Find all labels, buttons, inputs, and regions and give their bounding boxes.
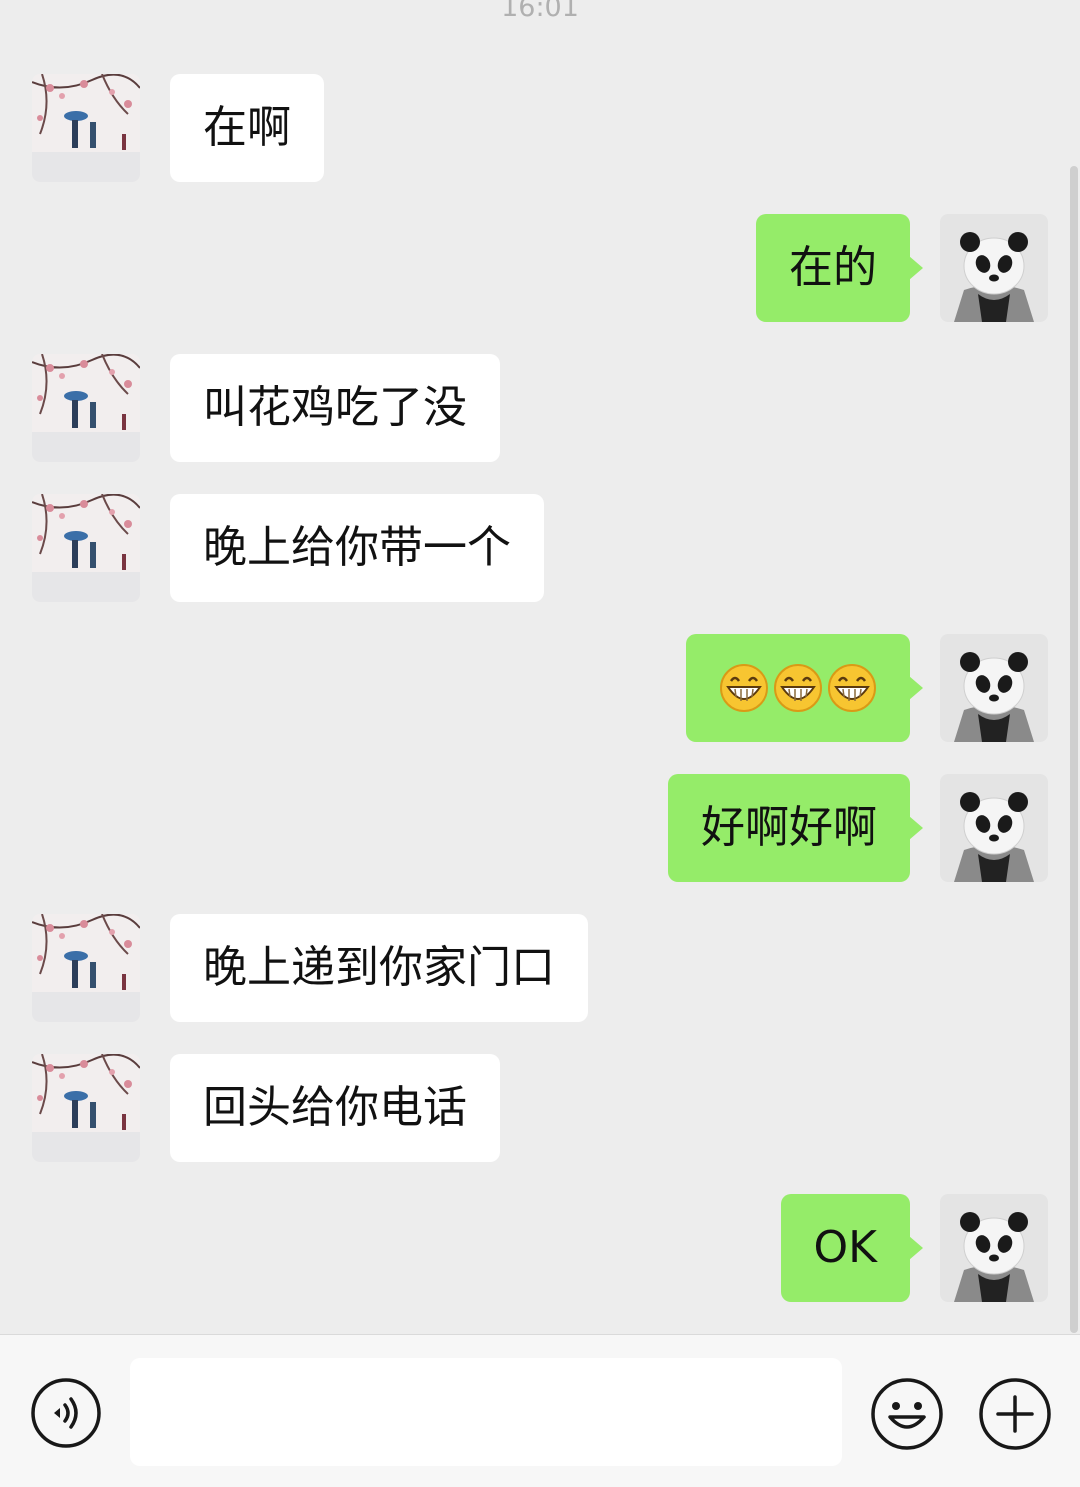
contact-avatar[interactable] — [32, 1054, 140, 1162]
plus-icon — [978, 1378, 1052, 1455]
message-bubble[interactable] — [686, 634, 923, 742]
user-avatar[interactable] — [940, 1194, 1048, 1302]
grin-emoji-icon — [719, 663, 769, 713]
contact-avatar[interactable] — [32, 74, 140, 182]
voice-button[interactable] — [30, 1377, 102, 1449]
timestamp: 16:01 — [501, 0, 579, 23]
message-row: OK — [0, 1194, 1080, 1302]
contact-avatar[interactable] — [32, 494, 140, 602]
message-bubble[interactable]: OK — [780, 1194, 923, 1302]
user-avatar[interactable] — [940, 634, 1048, 742]
message-row: 叫花鸡吃了没 — [0, 354, 1080, 462]
message-bubble[interactable]: 晚上递到你家门口 — [170, 914, 588, 1022]
message-bubble[interactable]: 在啊 — [170, 74, 324, 182]
contact-avatar[interactable] — [32, 354, 140, 462]
message-row: 在的 — [0, 214, 1080, 322]
message-bubble[interactable]: 晚上给你带一个 — [170, 494, 544, 602]
grin-emoji-icon — [773, 663, 823, 713]
message-bubble[interactable]: 好啊好啊 — [668, 774, 923, 882]
grin-emoji-icon — [827, 663, 877, 713]
message-bubble[interactable]: 在的 — [756, 214, 923, 322]
voice-icon — [30, 1378, 102, 1453]
message-row: 晚上给你带一个 — [0, 494, 1080, 602]
contact-avatar[interactable] — [32, 914, 140, 1022]
input-bar — [0, 1334, 1080, 1487]
emoji-button[interactable] — [870, 1377, 944, 1451]
message-bubble[interactable]: 回头给你电话 — [170, 1054, 500, 1162]
message-row — [0, 634, 1080, 742]
more-button[interactable] — [978, 1377, 1052, 1451]
user-avatar[interactable] — [940, 214, 1048, 322]
user-avatar[interactable] — [940, 774, 1048, 882]
message-row: 晚上递到你家门口 — [0, 914, 1080, 1022]
message-row: 在啊 — [0, 74, 1080, 182]
message-row: 好啊好啊 — [0, 774, 1080, 882]
smiley-icon — [870, 1378, 944, 1455]
message-input[interactable] — [130, 1358, 842, 1466]
message-bubble[interactable]: 叫花鸡吃了没 — [170, 354, 500, 462]
message-row: 回头给你电话 — [0, 1054, 1080, 1162]
